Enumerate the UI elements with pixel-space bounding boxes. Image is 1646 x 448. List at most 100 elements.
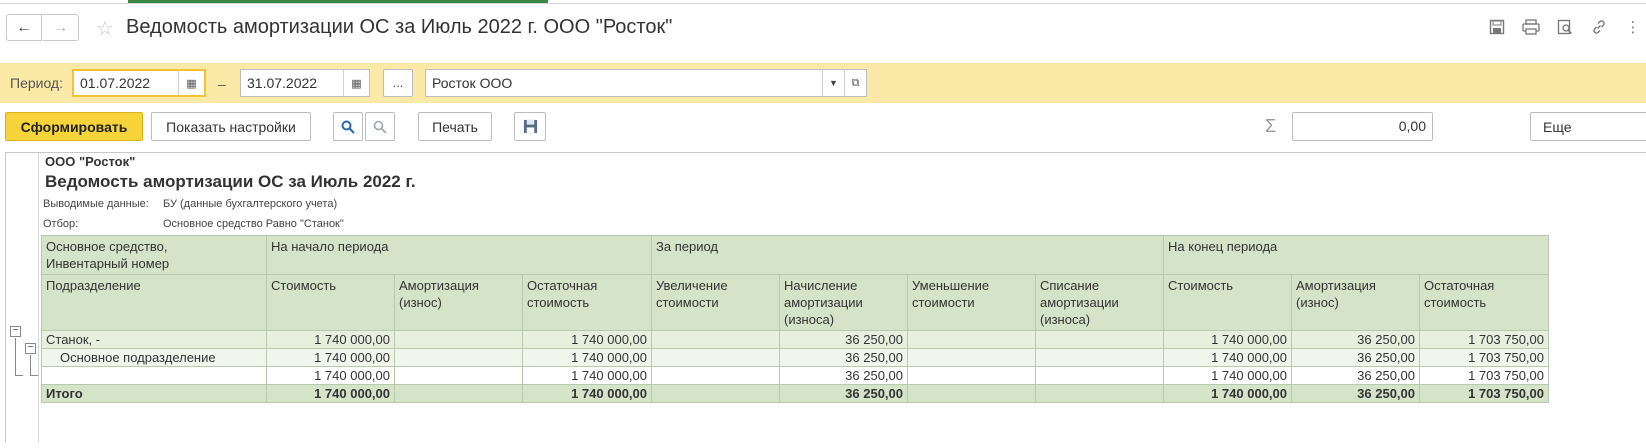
- table-row[interactable]: Основное подразделение 1 740 000,00 1 74…: [41, 348, 1549, 367]
- show-settings-button[interactable]: Показать настройки: [151, 112, 311, 141]
- toolbar: Сформировать Показать настройки Печать Σ…: [0, 112, 1646, 142]
- cell: 1 703 750,00: [1419, 348, 1549, 367]
- column-header: Стоимость: [1163, 274, 1292, 331]
- save-icon[interactable]: [1488, 18, 1506, 36]
- more-button[interactable]: Еще: [1530, 112, 1646, 141]
- search-icon: [341, 120, 355, 134]
- row-name: Основное подразделение: [41, 348, 267, 367]
- cell: 1 703 750,00: [1419, 330, 1549, 349]
- depreciation-table: Основное средство, Инвентарный номер На н…: [41, 235, 1549, 403]
- column-header: Подразделение: [41, 274, 267, 331]
- cell: 1 740 000,00: [266, 348, 395, 367]
- cell: [651, 366, 780, 385]
- title-actions: ⋮: [1488, 18, 1642, 36]
- column-header: Остаточная стоимость: [522, 274, 652, 331]
- cell: 1 740 000,00: [522, 384, 652, 403]
- search-next-button[interactable]: [365, 112, 395, 141]
- table-header-row: Подразделение Стоимость Амортизация (изн…: [41, 274, 1549, 331]
- row-name: Итого: [41, 384, 267, 403]
- filter-value: Основное средство Равно "Станок": [163, 218, 344, 230]
- filter-label: Отбор:: [43, 218, 79, 230]
- print-button[interactable]: Печать: [418, 112, 492, 141]
- column-header: Амортизация (износ): [394, 274, 523, 331]
- top-tab-strip: [0, 0, 1646, 4]
- cell: [651, 384, 780, 403]
- forward-button[interactable]: →: [43, 14, 79, 41]
- cell: 1 740 000,00: [1163, 384, 1292, 403]
- cell: 1 740 000,00: [266, 330, 395, 349]
- cell: [394, 366, 523, 385]
- column-header: Уменьшение стоимости: [907, 274, 1036, 331]
- cell: [1035, 348, 1164, 367]
- total-row[interactable]: Итого 1 740 000,00 1 740 000,00 36 250,0…: [41, 384, 1549, 403]
- table-row[interactable]: 1 740 000,00 1 740 000,00 36 250,00 1 74…: [41, 366, 1549, 385]
- active-tab-indicator: [128, 0, 548, 3]
- cell: [651, 348, 780, 367]
- link-icon[interactable]: [1590, 18, 1608, 36]
- column-group-header: За период: [651, 235, 1164, 275]
- cell: 36 250,00: [1291, 366, 1420, 385]
- cell: [1035, 330, 1164, 349]
- date-to-field[interactable]: 31.07.2022 ▦: [240, 69, 370, 97]
- column-header: Увеличение стоимости: [651, 274, 780, 331]
- collapse-icon[interactable]: −: [10, 326, 21, 337]
- back-button[interactable]: ←: [6, 14, 42, 41]
- cell: 1 740 000,00: [1163, 330, 1292, 349]
- table-header-row: Основное средство, Инвентарный номер На н…: [41, 235, 1549, 275]
- calendar-icon[interactable]: ▦: [343, 70, 369, 96]
- save-report-button[interactable]: [514, 112, 546, 141]
- cell: 1 740 000,00: [1163, 366, 1292, 385]
- report-filter-row: Отбор: Основное средство Равно "Станок": [43, 218, 344, 230]
- cell: 1 740 000,00: [522, 330, 652, 349]
- arrow-left-icon: ←: [16, 18, 32, 36]
- date-from-field[interactable]: 01.07.2022 ▦: [72, 69, 206, 97]
- more-icon[interactable]: ⋮: [1624, 18, 1642, 36]
- cell: 36 250,00: [1291, 348, 1420, 367]
- cell: 1 740 000,00: [522, 366, 652, 385]
- cell: [394, 384, 523, 403]
- period-select-button[interactable]: ...: [383, 69, 413, 97]
- cell: 1 703 750,00: [1419, 384, 1549, 403]
- table-row[interactable]: Станок, - 1 740 000,00 1 740 000,00 36 2…: [41, 330, 1549, 349]
- row-name: [41, 366, 267, 385]
- tree-line: [15, 375, 23, 376]
- cell: [907, 384, 1036, 403]
- report-title: Ведомость амортизации ОС за Июль 2022 г.: [45, 172, 416, 191]
- output-label: Выводимые данные:: [43, 198, 149, 210]
- collapse-icon[interactable]: −: [25, 343, 36, 354]
- tree-line: [30, 375, 38, 376]
- grouping-gutter: [6, 153, 39, 443]
- date-from-value: 01.07.2022: [80, 75, 151, 91]
- open-icon[interactable]: ⧉: [844, 70, 866, 96]
- cell: 36 250,00: [779, 384, 908, 403]
- generate-button[interactable]: Сформировать: [5, 112, 143, 141]
- cell: [394, 330, 523, 349]
- cell: 1 740 000,00: [266, 384, 395, 403]
- title-bar: ← → ☆ Ведомость амортизации ОС за Июль 2…: [0, 8, 1646, 48]
- page-title: Ведомость амортизации ОС за Июль 2022 г.…: [126, 16, 673, 38]
- sum-field: 0,00: [1292, 112, 1433, 141]
- report-organization: ООО "Росток": [45, 154, 136, 169]
- preview-icon[interactable]: [1556, 18, 1574, 36]
- star-icon[interactable]: ☆: [96, 16, 114, 41]
- column-header: Амортизация (износ): [1291, 274, 1420, 331]
- chevron-down-icon[interactable]: ▼: [822, 70, 844, 96]
- calendar-icon[interactable]: ▦: [178, 71, 204, 95]
- organization-field[interactable]: Росток ООО ▼ ⧉: [425, 69, 867, 97]
- column-header: Остаточная стоимость: [1419, 274, 1549, 331]
- cell: 1 740 000,00: [1163, 348, 1292, 367]
- search-button[interactable]: [333, 112, 363, 141]
- report-area: ООО "Росток" Ведомость амортизации ОС за…: [5, 152, 1646, 443]
- cell: 36 250,00: [779, 330, 908, 349]
- filter-panel: Период: 01.07.2022 ▦ – 31.07.2022 ▦ ... …: [0, 63, 1646, 103]
- date-to-value: 31.07.2022: [247, 75, 318, 91]
- cell: [651, 330, 780, 349]
- cell: 36 250,00: [779, 348, 908, 367]
- print-icon[interactable]: [1522, 18, 1540, 36]
- cell: 1 703 750,00: [1419, 366, 1549, 385]
- output-value: БУ (данные бухгалтерского учета): [163, 198, 338, 210]
- header-text: Основное средство,: [46, 239, 168, 254]
- column-header: Основное средство, Инвентарный номер: [41, 235, 267, 275]
- search-next-icon: [373, 120, 387, 134]
- column-header: Начисление амортизации (износа): [779, 274, 908, 331]
